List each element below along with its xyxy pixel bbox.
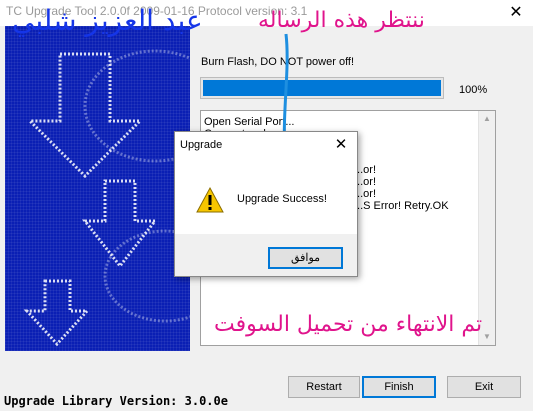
annotation-bottom: تم الانتهاء من تحميل السوفت <box>214 312 483 337</box>
dialog-message: Upgrade Success! <box>237 193 327 205</box>
dialog-body: Upgrade Success! <box>175 159 357 234</box>
progress-fill <box>203 80 441 96</box>
ok-button[interactable]: موافق <box>268 247 343 269</box>
author-overlay: عبد العزيز شلبي <box>12 4 203 37</box>
dialog-title-bar: Upgrade ✕ <box>175 132 357 159</box>
progress-percent: 100% <box>459 84 488 96</box>
close-icon[interactable]: ✕ <box>499 0 533 26</box>
finish-button[interactable]: Finish <box>362 376 436 398</box>
down-arrows-graphic <box>23 49 190 347</box>
restart-button[interactable]: Restart <box>288 376 360 398</box>
scroll-up-icon[interactable]: ▲ <box>479 111 495 127</box>
warning-icon <box>196 186 224 213</box>
dialog-title: Upgrade <box>180 139 223 151</box>
progress-bar <box>200 77 444 99</box>
dialog-close-icon[interactable]: ✕ <box>331 135 351 155</box>
library-version: Upgrade Library Version: 3.0.0e <box>4 394 228 408</box>
log-scrollbar[interactable]: ▲ ▼ <box>478 111 495 345</box>
upgrade-dialog: Upgrade ✕ Upgrade Success! موافق <box>174 131 358 277</box>
exit-button[interactable]: Exit <box>447 376 521 398</box>
log-line: Open Serial Port... <box>204 116 295 128</box>
side-banner-image <box>5 26 190 351</box>
